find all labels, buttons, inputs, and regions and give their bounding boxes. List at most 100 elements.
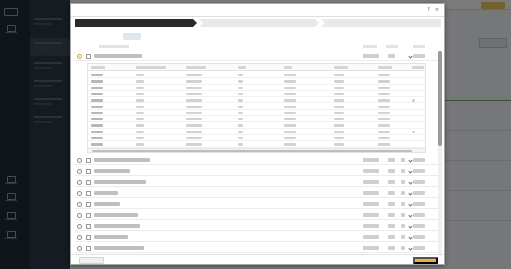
vertical-scrollbar[interactable] [438,51,442,256]
tab[interactable] [79,33,97,40]
checkbox[interactable] [86,246,91,251]
horizontal-scrollbar[interactable] [88,148,425,152]
item-value [401,246,405,250]
checkbox[interactable] [86,54,91,59]
radio-button[interactable] [77,213,82,218]
item-value [388,213,395,217]
item-name [94,213,138,217]
wizard-stepper [75,19,441,27]
step-3 [321,19,441,27]
item-value [363,224,379,228]
step-1 [75,19,197,27]
checkbox[interactable] [86,180,91,185]
list-item[interactable] [75,210,438,220]
item-value [401,158,405,162]
close-icon[interactable]: × [435,7,439,13]
radio-button[interactable] [77,180,82,185]
list-item[interactable] [75,221,438,231]
item-value [413,169,425,173]
column-header [99,45,129,48]
checkbox[interactable] [86,235,91,240]
radio-button[interactable] [77,202,82,207]
dialog-header: ? × [71,4,444,17]
checkbox[interactable] [86,191,91,196]
radio-button[interactable] [77,191,82,196]
radio-button[interactable] [77,246,82,251]
radio-button[interactable] [77,235,82,240]
item-name [94,180,146,184]
tab-active[interactable] [123,33,141,40]
detail-table [87,63,426,153]
item-value [363,213,379,217]
filter-tabs [79,33,141,40]
item-name [94,224,140,228]
item-value [388,191,395,195]
item-value [363,202,379,206]
item-value [413,202,425,206]
item-value [388,235,395,239]
item-name [94,202,120,206]
list-item[interactable] [75,166,438,176]
item-value [388,224,395,228]
item-value [413,54,425,58]
item-value [363,158,379,162]
step-2 [199,19,319,27]
item-value [363,180,379,184]
scroll-thumb[interactable] [438,51,442,146]
item-value [388,169,395,173]
selection-list [75,51,438,256]
item-value [413,158,425,162]
item-value [401,235,405,239]
item-value [363,235,379,239]
item-value [388,202,395,206]
item-value [401,169,405,173]
back-button[interactable] [79,256,104,264]
radio-button[interactable] [77,54,82,59]
dialog-footer [71,254,444,264]
next-button[interactable] [413,256,438,264]
item-value [413,235,425,239]
item-value [388,158,395,162]
radio-button[interactable] [77,158,82,163]
list-item[interactable] [75,199,438,209]
list-column-header [75,44,435,50]
item-value [388,246,395,250]
radio-button[interactable] [77,224,82,229]
checkbox[interactable] [86,169,91,174]
item-value [413,246,425,250]
item-name [94,246,144,250]
item-value [401,213,405,217]
item-value [363,246,379,250]
list-item[interactable] [75,51,438,61]
item-value [388,54,395,58]
detail-table-header [88,64,425,71]
item-value [388,180,395,184]
item-name [94,158,150,162]
table-row[interactable] [88,141,425,148]
item-name [94,54,142,58]
item-value [363,169,379,173]
help-icon[interactable]: ? [427,7,430,13]
list-item[interactable] [75,188,438,198]
tab[interactable] [101,33,119,40]
item-value [413,213,425,217]
list-item[interactable] [75,155,438,165]
list-item[interactable] [75,232,438,242]
item-name [94,191,118,195]
checkbox[interactable] [86,202,91,207]
item-value [413,180,425,184]
checkbox[interactable] [86,158,91,163]
column-header [386,45,398,48]
list-item[interactable] [75,243,438,253]
item-value [401,202,405,206]
checkbox[interactable] [86,224,91,229]
checkbox[interactable] [86,213,91,218]
item-value [363,54,379,58]
item-value [413,191,425,195]
item-value [363,191,379,195]
scroll-thumb[interactable] [92,149,412,152]
item-value [413,224,425,228]
radio-button[interactable] [77,169,82,174]
item-value [401,224,405,228]
list-item[interactable] [75,177,438,187]
